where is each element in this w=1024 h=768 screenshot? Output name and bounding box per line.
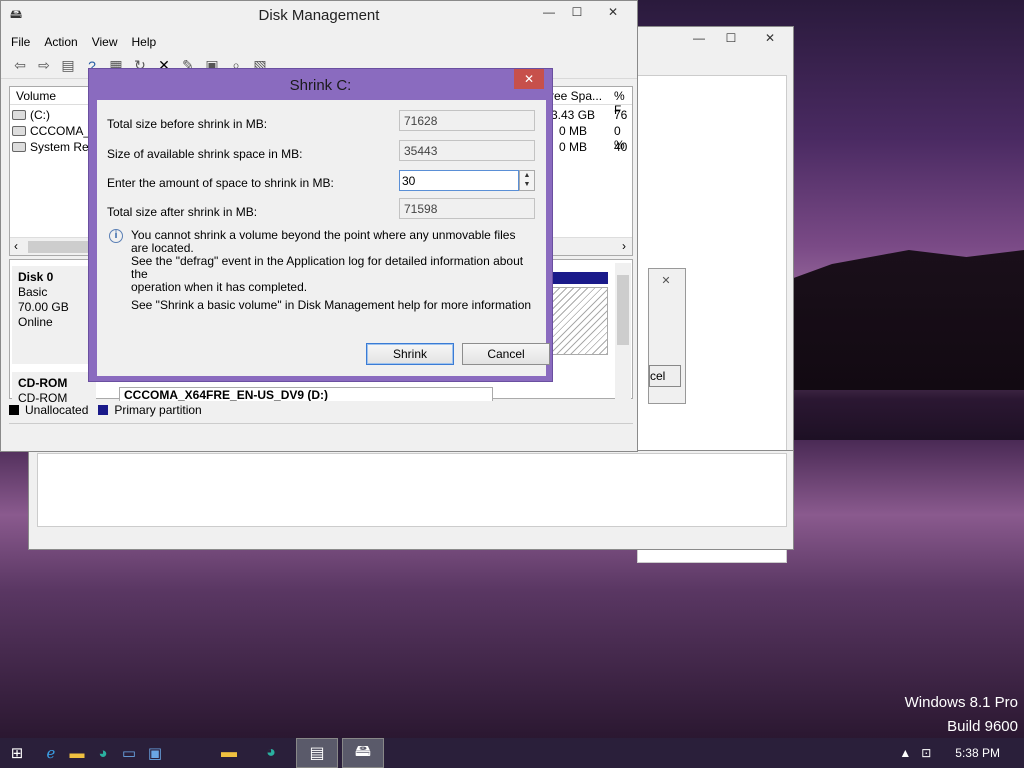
- forward-icon[interactable]: ⇨: [35, 57, 53, 75]
- explorer-icon[interactable]: ▬: [64, 740, 90, 766]
- volume-pct: 40: [614, 140, 628, 154]
- table-row[interactable]: System Res: [12, 140, 95, 154]
- spin-down-icon[interactable]: ▼: [520, 180, 534, 189]
- total-after-label: Total size after shrink in MB:: [107, 205, 258, 219]
- cdrom-name: CD-ROM: [18, 376, 68, 390]
- shrink-amount-label: Enter the amount of space to shrink in M…: [107, 176, 334, 190]
- scroll-left-icon[interactable]: ‹: [14, 239, 18, 253]
- windows-version-watermark: Windows 8.1 Pro: [904, 694, 1018, 711]
- bg-minimize-button[interactable]: —: [685, 27, 713, 48]
- info-icon: i: [109, 229, 123, 243]
- folder-icon[interactable]: ▬: [208, 738, 250, 768]
- background-window-lower: [28, 450, 794, 550]
- spin-up-icon[interactable]: ▲: [520, 171, 534, 180]
- disk-map-vscroll[interactable]: [615, 263, 631, 399]
- unallocated-swatch: [9, 405, 19, 415]
- disk-0-type: Basic: [18, 285, 48, 299]
- bg-lower-content: [37, 453, 787, 527]
- disk-mgmt-icon[interactable]: 🖴: [342, 738, 384, 768]
- col-free-space[interactable]: ree Spa...: [550, 89, 602, 103]
- legend-primary-partition: Primary partition: [114, 403, 202, 417]
- vscroll-thumb[interactable]: [617, 275, 629, 345]
- store-icon[interactable]: ◕: [90, 740, 116, 766]
- notepad-icon[interactable]: ▤: [296, 738, 338, 768]
- shrink-titlebar[interactable]: Shrink C: ✕: [89, 69, 552, 100]
- info-line-1: You cannot shrink a volume beyond the po…: [131, 228, 516, 255]
- shrink-amount-spinner[interactable]: ▲ ▼: [519, 170, 535, 191]
- shrink-help-text: See "Shrink a basic volume" in Disk Mana…: [131, 298, 532, 312]
- partition-header-bar: [552, 272, 608, 284]
- volume-name: System Res: [30, 140, 95, 154]
- volume-icon: [12, 142, 26, 152]
- background-dialog-fragment: ✕ cel: [648, 268, 686, 404]
- remote-icon[interactable]: ▣: [142, 740, 168, 766]
- disk-0-status: Online: [18, 315, 53, 329]
- table-row[interactable]: (C:): [12, 108, 50, 122]
- info-line-3: operation when it has completed.: [131, 280, 308, 294]
- legend-unallocated: Unallocated: [25, 403, 89, 417]
- col-volume[interactable]: Volume: [16, 89, 56, 103]
- volume-name: (C:): [30, 108, 50, 122]
- dm-close-button[interactable]: ✕: [591, 1, 635, 22]
- legend: Unallocated Primary partition: [9, 401, 202, 419]
- shrink-close-button[interactable]: ✕: [514, 69, 544, 89]
- bg-close-button[interactable]: ✕: [749, 27, 791, 48]
- volume-icon: [12, 110, 26, 120]
- menu-help[interactable]: Help: [132, 35, 157, 49]
- dm-titlebar[interactable]: 🖴 Disk Management — ☐ ✕: [1, 1, 637, 31]
- dm-statusbar: [9, 423, 633, 445]
- system-tray: ▲ ⊡ 5:38 PM: [899, 738, 1024, 768]
- scroll-right-icon[interactable]: ›: [622, 239, 626, 253]
- available-shrink-value: 35443: [399, 140, 535, 161]
- clock[interactable]: 5:38 PM: [955, 746, 1000, 760]
- total-after-value: 71598: [399, 198, 535, 219]
- info-line-2: See the "defrag" event in the Applicatio…: [131, 254, 524, 281]
- disk-0-name: Disk 0: [18, 270, 54, 284]
- shrink-dialog-body: Total size before shrink in MB: 71628 Si…: [97, 100, 550, 376]
- list-icon[interactable]: ▤: [59, 57, 77, 75]
- cd-icon: [12, 126, 26, 136]
- menu-view[interactable]: View: [92, 35, 118, 49]
- back-icon[interactable]: ⇦: [11, 57, 29, 75]
- dm-minimize-button[interactable]: —: [535, 1, 563, 22]
- shrink-amount-input[interactable]: [399, 170, 519, 191]
- shrink-dialog: Shrink C: ✕ Total size before shrink in …: [88, 68, 553, 382]
- start-icon[interactable]: ⊞: [4, 740, 30, 766]
- dm-maximize-button[interactable]: ☐: [563, 1, 591, 22]
- network-icon[interactable]: ⊡: [921, 746, 931, 760]
- disk-0-label[interactable]: Disk 0 Basic 70.00 GB Online: [12, 266, 96, 364]
- volume-free: 3.43 GB: [551, 108, 596, 122]
- volume-free: 0 MB: [559, 140, 588, 154]
- cdrom-volume-bar[interactable]: CCCOMA_X64FRE_EN-US_DV9 (D:): [119, 387, 493, 401]
- volume-free: 0 MB: [559, 124, 588, 138]
- desktop-icon[interactable]: ▭: [116, 740, 142, 766]
- shrink-title: Shrink C:: [289, 77, 352, 94]
- shrink-button[interactable]: Shrink: [366, 343, 454, 365]
- volume-name: CCCOMA_: [30, 124, 91, 138]
- menu-file[interactable]: File: [11, 35, 30, 49]
- cdrom-label[interactable]: CD-ROM CD-ROM: [12, 372, 96, 405]
- edge-icon[interactable]: ◕: [250, 738, 292, 768]
- show-hidden-icons-icon[interactable]: ▲: [899, 746, 911, 760]
- bg-maximize-button[interactable]: ☐: [717, 27, 745, 48]
- menu-action[interactable]: Action: [44, 35, 77, 49]
- total-before-value: 71628: [399, 110, 535, 131]
- total-before-label: Total size before shrink in MB:: [107, 117, 268, 131]
- available-shrink-label: Size of available shrink space in MB:: [107, 147, 303, 161]
- cancel-button[interactable]: Cancel: [462, 343, 550, 365]
- table-row[interactable]: CCCOMA_: [12, 124, 90, 138]
- dm-menubar: File Action View Help: [1, 31, 637, 53]
- disk-0-size: 70.00 GB: [18, 300, 69, 314]
- windows-build-watermark: Build 9600: [947, 718, 1018, 735]
- ie-icon[interactable]: ℯ: [38, 740, 64, 766]
- taskbar: ⊞ ℯ ▬ ◕ ▭ ▣ ▬ ◕ ▤ 🖴 ▲ ⊡ 5:38 PM: [0, 738, 1024, 768]
- shrink-info-text: You cannot shrink a volume beyond the po…: [131, 229, 535, 294]
- bg-dialog-close-button[interactable]: ✕: [653, 271, 679, 289]
- partition-hatched-area[interactable]: [552, 287, 608, 355]
- bg-dialog-cancel-button[interactable]: cel: [649, 365, 681, 387]
- volume-pct: 76: [614, 108, 628, 122]
- primary-partition-swatch: [98, 405, 109, 415]
